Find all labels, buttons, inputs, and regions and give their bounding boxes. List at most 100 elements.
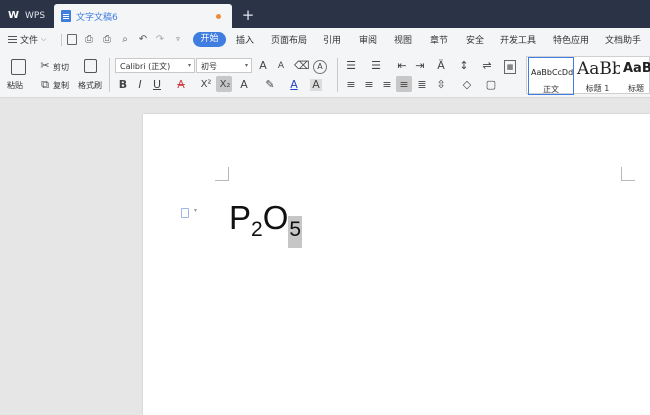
font-size-value: 初号 <box>201 62 217 71</box>
save-icon[interactable] <box>67 34 77 45</box>
borders-icon[interactable]: ▢ <box>484 79 498 91</box>
style-heading-1-label: 标题 1 <box>585 84 610 93</box>
font-name-value: Calibri (正文) <box>120 62 171 71</box>
font-color-icon[interactable]: A <box>288 79 300 91</box>
wps-tab-label: WPS <box>25 11 46 21</box>
undo-icon[interactable]: ↶ <box>138 34 148 45</box>
formula-subscript-2[interactable]: 2 <box>251 219 263 240</box>
formula-p[interactable]: P <box>229 192 251 244</box>
align-right-icon[interactable]: ≡ <box>381 79 393 91</box>
chevron-down-icon: ⌵ <box>41 35 47 43</box>
numbered-list-icon[interactable]: ☰ <box>370 60 382 72</box>
text-effects-icon[interactable]: A <box>238 79 250 91</box>
style-heading-1[interactable]: AaBb 标题 1 <box>575 57 620 95</box>
chemical-formula[interactable]: P 2 O 5 <box>229 192 303 248</box>
tab-features[interactable]: 特色应用 <box>553 33 589 46</box>
unsaved-dot-icon[interactable] <box>216 14 221 19</box>
decrease-indent-icon[interactable]: ⇤ <box>396 60 408 72</box>
wps-logo-icon: W <box>8 10 20 21</box>
italic-icon[interactable]: I <box>135 79 145 91</box>
wps-home-tab[interactable]: W WPS <box>0 4 52 28</box>
char-shading-icon[interactable]: A <box>310 79 322 91</box>
shading-icon[interactable]: ◇ <box>460 79 474 91</box>
align-left-icon[interactable]: ≡ <box>345 79 357 91</box>
ribbon-toolbar: 粘贴 ✂ 剪切 ⧉ 复制 格式刷 Calibri (正文) ▾ 初号 ▾ A A… <box>0 52 650 98</box>
title-bar: W WPS 文字文稿6 + <box>0 0 650 28</box>
tab-review[interactable]: 审阅 <box>359 33 377 46</box>
tab-insert[interactable]: 插入 <box>236 33 254 46</box>
ribbon-divider <box>337 58 338 92</box>
new-tab-button[interactable]: + <box>240 6 256 24</box>
distribute-icon[interactable]: ≣ <box>416 79 428 91</box>
copy-icon[interactable]: ⧉ <box>39 79 51 91</box>
menu-divider <box>61 34 62 46</box>
tab-assistant[interactable]: 文档助手 <box>605 33 641 46</box>
style-title-preview: AaBb <box>623 61 650 76</box>
format-painter-icon[interactable] <box>84 59 97 73</box>
increase-indent-icon[interactable]: ⇥ <box>414 60 426 72</box>
document-tab[interactable]: 文字文稿6 <box>54 4 232 28</box>
tab-home[interactable]: 开始 <box>193 32 226 47</box>
tab-security[interactable]: 安全 <box>466 33 484 46</box>
style-normal-label: 正文 <box>543 85 559 94</box>
crop-mark-top-left <box>215 167 229 181</box>
export-pdf-icon[interactable]: ⎙ <box>84 34 94 45</box>
document-tab-title: 文字文稿6 <box>76 12 118 23</box>
style-heading-1-preview: AaBb <box>577 59 620 79</box>
paragraph-handle-arrow-icon[interactable]: ▾ <box>194 207 197 214</box>
style-title[interactable]: AaBb 标题 <box>621 57 650 95</box>
menu-bar: 文件 ⌵ ⎙ ⎙ ⌕ ↶ ↷ ▿ 开始 插入 页面布局 引用 审阅 视图 章节 … <box>0 28 650 52</box>
document-icon <box>61 10 71 22</box>
cut-icon[interactable]: ✂ <box>39 60 51 72</box>
ribbon-divider <box>109 58 110 92</box>
text-effect-icon[interactable]: A <box>313 60 327 74</box>
format-painter-button[interactable]: 格式刷 <box>78 80 102 91</box>
line-spacing-icon[interactable]: ⇳ <box>434 79 448 91</box>
tab-page-layout[interactable]: 页面布局 <box>271 33 307 46</box>
highlight-icon[interactable]: ✎ <box>263 79 277 91</box>
cut-button[interactable]: 剪切 <box>53 62 69 73</box>
customize-arrow-icon[interactable]: ▿ <box>173 34 183 45</box>
shrink-font-icon[interactable]: A <box>275 60 287 72</box>
font-size-select[interactable]: 初号 ▾ <box>196 58 252 73</box>
align-center-icon[interactable]: ≡ <box>363 79 375 91</box>
paste-button[interactable]: 粘贴 <box>7 80 23 91</box>
justify-icon[interactable]: ≡ <box>398 79 410 91</box>
grow-font-icon[interactable]: A <box>257 60 269 72</box>
print-icon[interactable]: ⎙ <box>102 34 112 45</box>
underline-icon[interactable]: U <box>152 79 162 91</box>
hamburger-menu-icon <box>8 36 17 43</box>
file-menu-label: 文件 <box>20 36 39 46</box>
copy-button[interactable]: 复制 <box>53 80 69 91</box>
show-marks-icon[interactable]: ⇌ <box>480 60 494 72</box>
tab-references[interactable]: 引用 <box>323 33 341 46</box>
style-normal[interactable]: AaBbCcDd 正文 <box>528 57 574 95</box>
chinese-layout-icon[interactable]: Ä <box>434 60 448 72</box>
redo-icon[interactable]: ↷ <box>155 34 165 45</box>
document-workspace: ▾ P 2 O 5 <box>0 99 650 415</box>
superscript-icon[interactable]: X² <box>199 79 213 91</box>
font-name-select[interactable]: Calibri (正文) ▾ <box>115 58 195 73</box>
formula-subscript-5-selected[interactable]: 5 <box>288 216 303 248</box>
paragraph-handle-icon[interactable] <box>181 208 189 218</box>
print-preview-icon[interactable]: ⌕ <box>120 34 130 45</box>
style-normal-preview: AaBbCcDd <box>531 68 574 77</box>
file-menu-button[interactable]: 文件 ⌵ <box>8 33 46 46</box>
style-title-label: 标题 <box>628 84 644 93</box>
tab-chapter[interactable]: 章节 <box>430 33 448 46</box>
dropdown-arrow-icon: ▾ <box>244 62 248 69</box>
sort-icon[interactable]: ↕ <box>458 60 470 72</box>
paste-icon[interactable] <box>11 59 26 75</box>
subscript-icon[interactable]: X₂ <box>218 79 232 91</box>
bullet-list-icon[interactable]: ☰ <box>345 60 357 72</box>
tab-view[interactable]: 视图 <box>394 33 412 46</box>
table-grid-icon[interactable]: ▦ <box>504 60 516 74</box>
crop-mark-top-right <box>621 167 635 181</box>
styles-gallery: AaBbCcDd 正文 AaBb 标题 1 AaBb 标题 <box>526 56 650 95</box>
formula-o[interactable]: O <box>263 192 289 244</box>
document-page[interactable]: ▾ P 2 O 5 <box>143 114 650 415</box>
strikethrough-icon[interactable]: A <box>175 79 187 91</box>
bold-icon[interactable]: B <box>118 79 128 91</box>
clear-format-icon[interactable]: ⌫ <box>294 60 310 72</box>
tab-developer[interactable]: 开发工具 <box>500 33 536 46</box>
